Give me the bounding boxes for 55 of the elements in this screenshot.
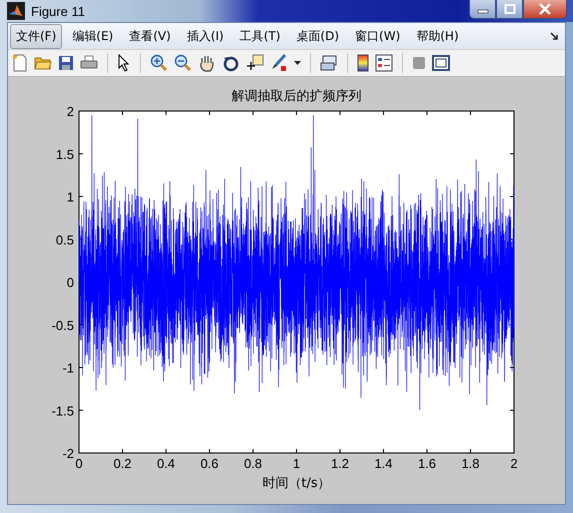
- menu-item[interactable]: 窗口(W): [349, 24, 406, 48]
- y-tick-label: 2: [66, 104, 74, 119]
- close-button[interactable]: [523, 0, 567, 19]
- plot-title: 解调抽取后的扩频序列: [232, 89, 362, 104]
- hand-icon[interactable]: [198, 54, 216, 72]
- x-tick-label: 0.6: [200, 456, 219, 471]
- y-tick-label: 1: [66, 190, 74, 204]
- folder-icon[interactable]: [34, 55, 52, 71]
- menu-item[interactable]: 桌面(D): [290, 24, 346, 48]
- menu-item[interactable]: 文件(F): [10, 24, 62, 48]
- close-icon: [538, 3, 552, 15]
- x-tick-label: 0.2: [113, 456, 132, 471]
- x-tick-label: 1.2: [330, 456, 350, 471]
- menu-item[interactable]: 编辑(E): [66, 24, 120, 48]
- x-tick-label: 1: [292, 456, 300, 471]
- printer-icon[interactable]: [80, 55, 98, 71]
- y-tick-label: -2: [62, 446, 74, 461]
- maximize-icon: [504, 4, 516, 14]
- caret-icon[interactable]: [294, 61, 301, 65]
- data-cursor-icon[interactable]: [246, 54, 264, 72]
- minimize-button[interactable]: [469, 0, 496, 19]
- x-axis-label: 时间（t/s）: [262, 476, 331, 491]
- pointer-icon[interactable]: [117, 54, 131, 72]
- rotate-icon[interactable]: [222, 54, 240, 72]
- menu-item[interactable]: 工具(T): [234, 24, 286, 48]
- y-tick-label: 0.5: [56, 232, 74, 248]
- menu-item[interactable]: 帮助(H): [410, 24, 465, 48]
- legend-icon[interactable]: [375, 54, 393, 72]
- x-tick-label: 0.8: [244, 456, 262, 471]
- y-tick-label: 0: [66, 275, 74, 290]
- y-tick-label: -0.5: [52, 318, 74, 333]
- y-tick-label: -1: [62, 360, 74, 376]
- menu-item[interactable]: 查看(V): [123, 24, 177, 48]
- link-icon[interactable]: [320, 54, 338, 72]
- x-tick-label: 0: [75, 456, 83, 471]
- brush-icon[interactable]: [270, 54, 288, 72]
- x-tick-label: 1.8: [461, 456, 480, 471]
- menu-item[interactable]: 插入(I): [180, 24, 230, 48]
- show-tools-icon[interactable]: [432, 55, 450, 71]
- colorbar-icon[interactable]: [357, 54, 369, 72]
- dock-arrow-icon[interactable]: [550, 32, 559, 41]
- y-tick-label: -1.5: [52, 403, 74, 418]
- maximize-button[interactable]: [496, 0, 523, 19]
- x-tick-label: 0.4: [156, 456, 176, 471]
- zoom-out-icon[interactable]: [174, 54, 192, 72]
- x-tick-label: 1.6: [418, 456, 436, 471]
- x-tick-label: 1.4: [374, 456, 393, 471]
- zoom-in-icon[interactable]: [150, 54, 168, 72]
- new-file-icon[interactable]: [12, 54, 28, 72]
- hide-tools-icon[interactable]: [412, 56, 426, 70]
- y-tick-label: 1.5: [56, 146, 74, 162]
- save-icon[interactable]: [58, 55, 74, 71]
- logo-icon: [7, 2, 25, 20]
- window-title: Figure 11: [31, 4, 85, 18]
- x-tick-label: 2: [510, 456, 518, 471]
